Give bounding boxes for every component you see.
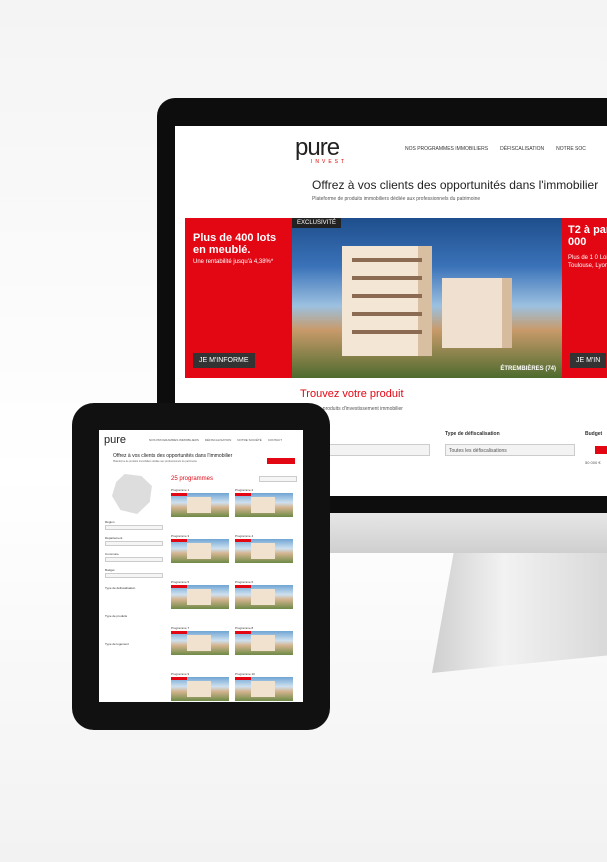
budget-value: 50 000 € [585, 460, 601, 465]
program-card[interactable]: Programme 5 [171, 580, 229, 624]
tablet-frame: pure NOS PROGRAMMES IMMOBILIERS DÉFISCAL… [72, 403, 330, 730]
filter-label: Type de logement [105, 642, 129, 646]
building-illustration [342, 246, 432, 356]
tablet-logo[interactable]: pure [104, 434, 126, 446]
promo-left-text: Une rentabilité jusqu'à 4,38%* [193, 259, 274, 265]
filter-select-defiscalisation[interactable]: Toutes les défiscalisations [445, 444, 575, 456]
france-map[interactable] [112, 474, 152, 514]
tablet-nav-item[interactable]: NOS PROGRAMMES IMMOBILIERS [149, 438, 199, 442]
promo-right[interactable]: T2 à par 127 000 Plus de 1 0 Loi Pinel à… [562, 218, 607, 378]
hero-image[interactable]: EXCLUSIVITÉ ÉTREMBIÈRES (74) [292, 218, 562, 378]
filter-label: Région [105, 520, 115, 524]
budget-slider[interactable] [595, 446, 607, 454]
promo-left[interactable]: Plus de 400 lots en meublé. Une rentabil… [185, 218, 292, 378]
nav-item-defiscalisation[interactable]: DÉFISCALISATION [500, 146, 544, 152]
imac-stand [432, 553, 607, 673]
promo-right-text: Plus de 1 0 Loi Pinel à Toulouse, Lyon, … [568, 255, 607, 269]
program-card[interactable]: Programme 6 [235, 580, 293, 624]
program-card[interactable]: Programme 9 [171, 672, 229, 702]
search-title: Trouvez votre produit [300, 388, 404, 400]
results-count: 25 programmes [171, 476, 214, 482]
filter-select[interactable] [105, 525, 163, 530]
tablet-headline: Offrez à vos clients des opportunités da… [113, 453, 233, 459]
tablet-nav: NOS PROGRAMMES IMMOBILIERS DÉFISCALISATI… [149, 438, 282, 442]
promo-left-button[interactable]: JE M'INFORME [193, 353, 255, 368]
building-illustration-2 [442, 278, 512, 348]
tablet-nav-item[interactable]: DÉFISCALISATION [205, 438, 231, 442]
tablet-screen: pure NOS PROGRAMMES IMMOBILIERS DÉFISCAL… [99, 430, 303, 702]
tablet-cta-button[interactable] [267, 458, 295, 464]
program-card[interactable]: Programme 8 [235, 626, 293, 670]
filter-label-budget: Budget [585, 431, 603, 437]
filter-label: Type de produits [105, 614, 128, 618]
filter-select[interactable] [105, 557, 163, 562]
site-logo[interactable]: pure [295, 134, 340, 162]
program-card[interactable]: Programme 1 [171, 488, 229, 532]
filter-label: Budget [105, 568, 115, 572]
exclusivity-badge: EXCLUSIVITÉ [292, 218, 342, 228]
sort-select[interactable] [259, 476, 297, 482]
program-card[interactable]: Programme 2 [235, 488, 293, 532]
filter-label-defiscalisation: Type de défiscalisation [445, 431, 500, 437]
promo-left-title: Plus de 400 lots en meublé. [193, 232, 277, 256]
tablet-nav-item[interactable]: CONTACT [268, 438, 282, 442]
tablet-nav-item[interactable]: NOTRE SOCIÉTÉ [237, 438, 262, 442]
nav-item-societe[interactable]: NOTRE SOC [556, 146, 586, 152]
program-card[interactable]: Programme 7 [171, 626, 229, 670]
filter-select[interactable] [105, 541, 163, 546]
program-card[interactable]: Programme 3 [171, 534, 229, 578]
page-subheadline: Plateforme de produits immobiliers dédié… [312, 196, 481, 202]
tablet-sidebar: Région Département Commune Budget Type d… [102, 474, 166, 700]
site-logo-sub: INVEST [311, 159, 348, 165]
filter-label: Commune [105, 552, 119, 556]
filter-label: Type de défiscalisation [105, 586, 136, 590]
nav-item-programmes[interactable]: NOS PROGRAMMES IMMOBILIERS [405, 146, 488, 152]
filter-label: Département [105, 536, 123, 540]
program-card[interactable]: Programme 10 [235, 672, 293, 702]
promo-right-title: T2 à par 127 000 [568, 224, 607, 248]
program-card[interactable]: Programme 4 [235, 534, 293, 578]
tablet-subheadline: Plateforme de produits immobiliers dédié… [113, 460, 198, 463]
hero-caption: ÉTREMBIÈRES (74) [500, 366, 556, 372]
promo-right-button[interactable]: JE M'IN [570, 353, 607, 368]
filter-select[interactable] [105, 573, 163, 578]
page-headline: Offrez à vos clients des opportunités da… [312, 178, 599, 192]
main-nav: NOS PROGRAMMES IMMOBILIERS DÉFISCALISATI… [405, 146, 586, 152]
